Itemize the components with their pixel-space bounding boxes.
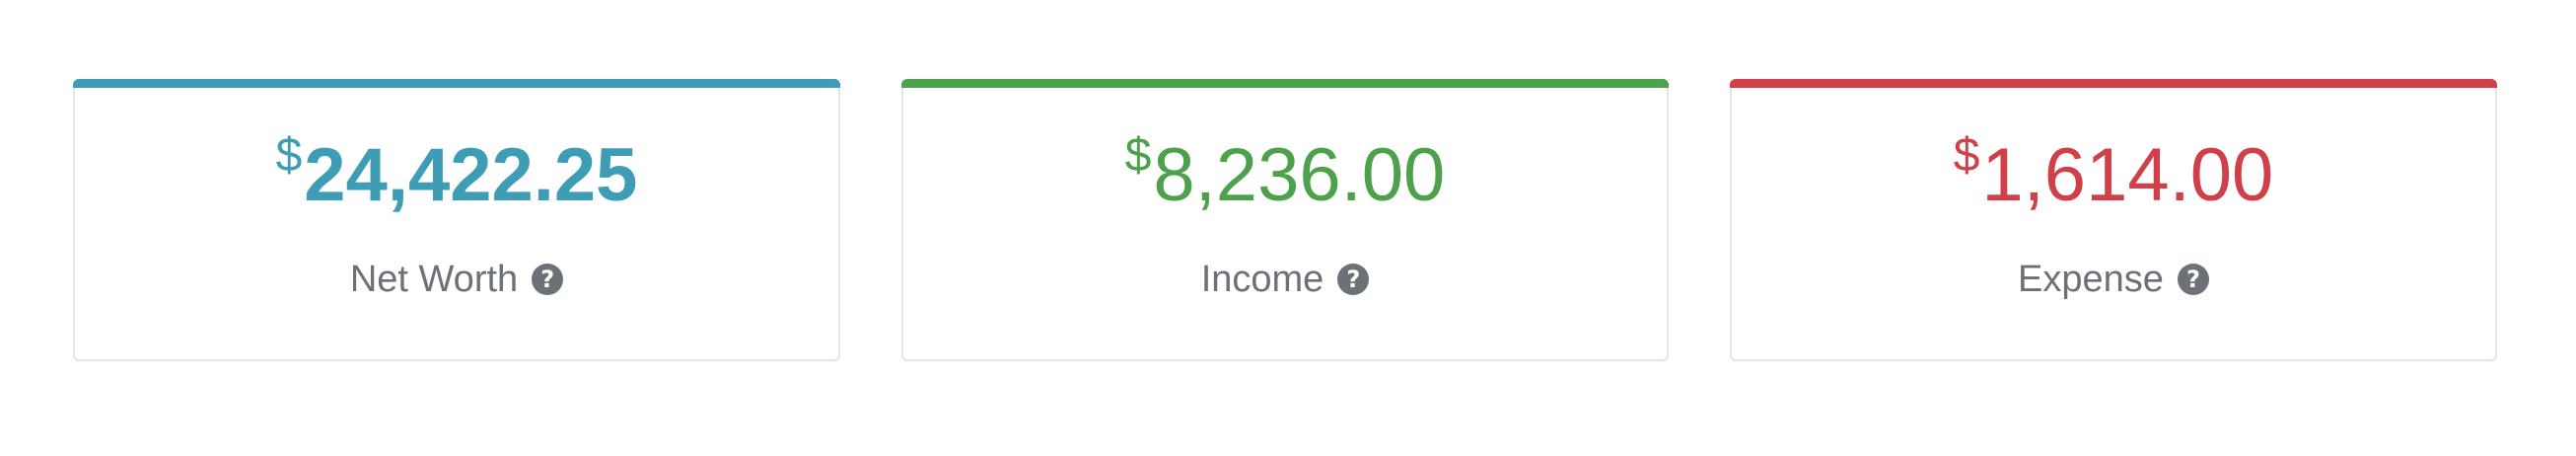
net-worth-card: $24,422.25 Net Worth? xyxy=(73,79,840,361)
net-worth-value: 24,422.25 xyxy=(304,133,638,217)
net-worth-accent-bar xyxy=(73,79,840,88)
expense-label-row: Expense? xyxy=(1732,259,2495,298)
question-circle-icon[interactable]: ? xyxy=(1337,263,1370,295)
expense-currency-symbol: $ xyxy=(1953,129,1980,182)
expense-label: Expense xyxy=(2018,258,2164,300)
income-label-row: Income? xyxy=(903,259,1667,298)
expense-accent-bar xyxy=(1730,79,2497,88)
net-worth-amount: $24,422.25 xyxy=(75,132,838,213)
net-worth-label: Net Worth xyxy=(349,258,519,300)
income-accent-bar xyxy=(901,79,1669,88)
income-label: Income xyxy=(1200,258,1324,300)
expense-amount: $1,614.00 xyxy=(1732,132,2495,213)
expense-value: 1,614.00 xyxy=(1981,133,2274,217)
income-currency-symbol: $ xyxy=(1124,129,1152,182)
summary-cards-row: $24,422.25 Net Worth? $8,236.00 Income? … xyxy=(0,0,2576,456)
net-worth-label-row: Net Worth? xyxy=(75,259,838,298)
net-worth-currency-symbol: $ xyxy=(275,129,303,182)
income-amount: $8,236.00 xyxy=(903,132,1667,213)
question-circle-icon[interactable]: ? xyxy=(2177,263,2209,295)
income-value: 8,236.00 xyxy=(1153,133,1446,217)
income-card: $8,236.00 Income? xyxy=(901,79,1669,361)
question-circle-icon[interactable]: ? xyxy=(532,263,564,295)
expense-card: $1,614.00 Expense? xyxy=(1730,79,2497,361)
